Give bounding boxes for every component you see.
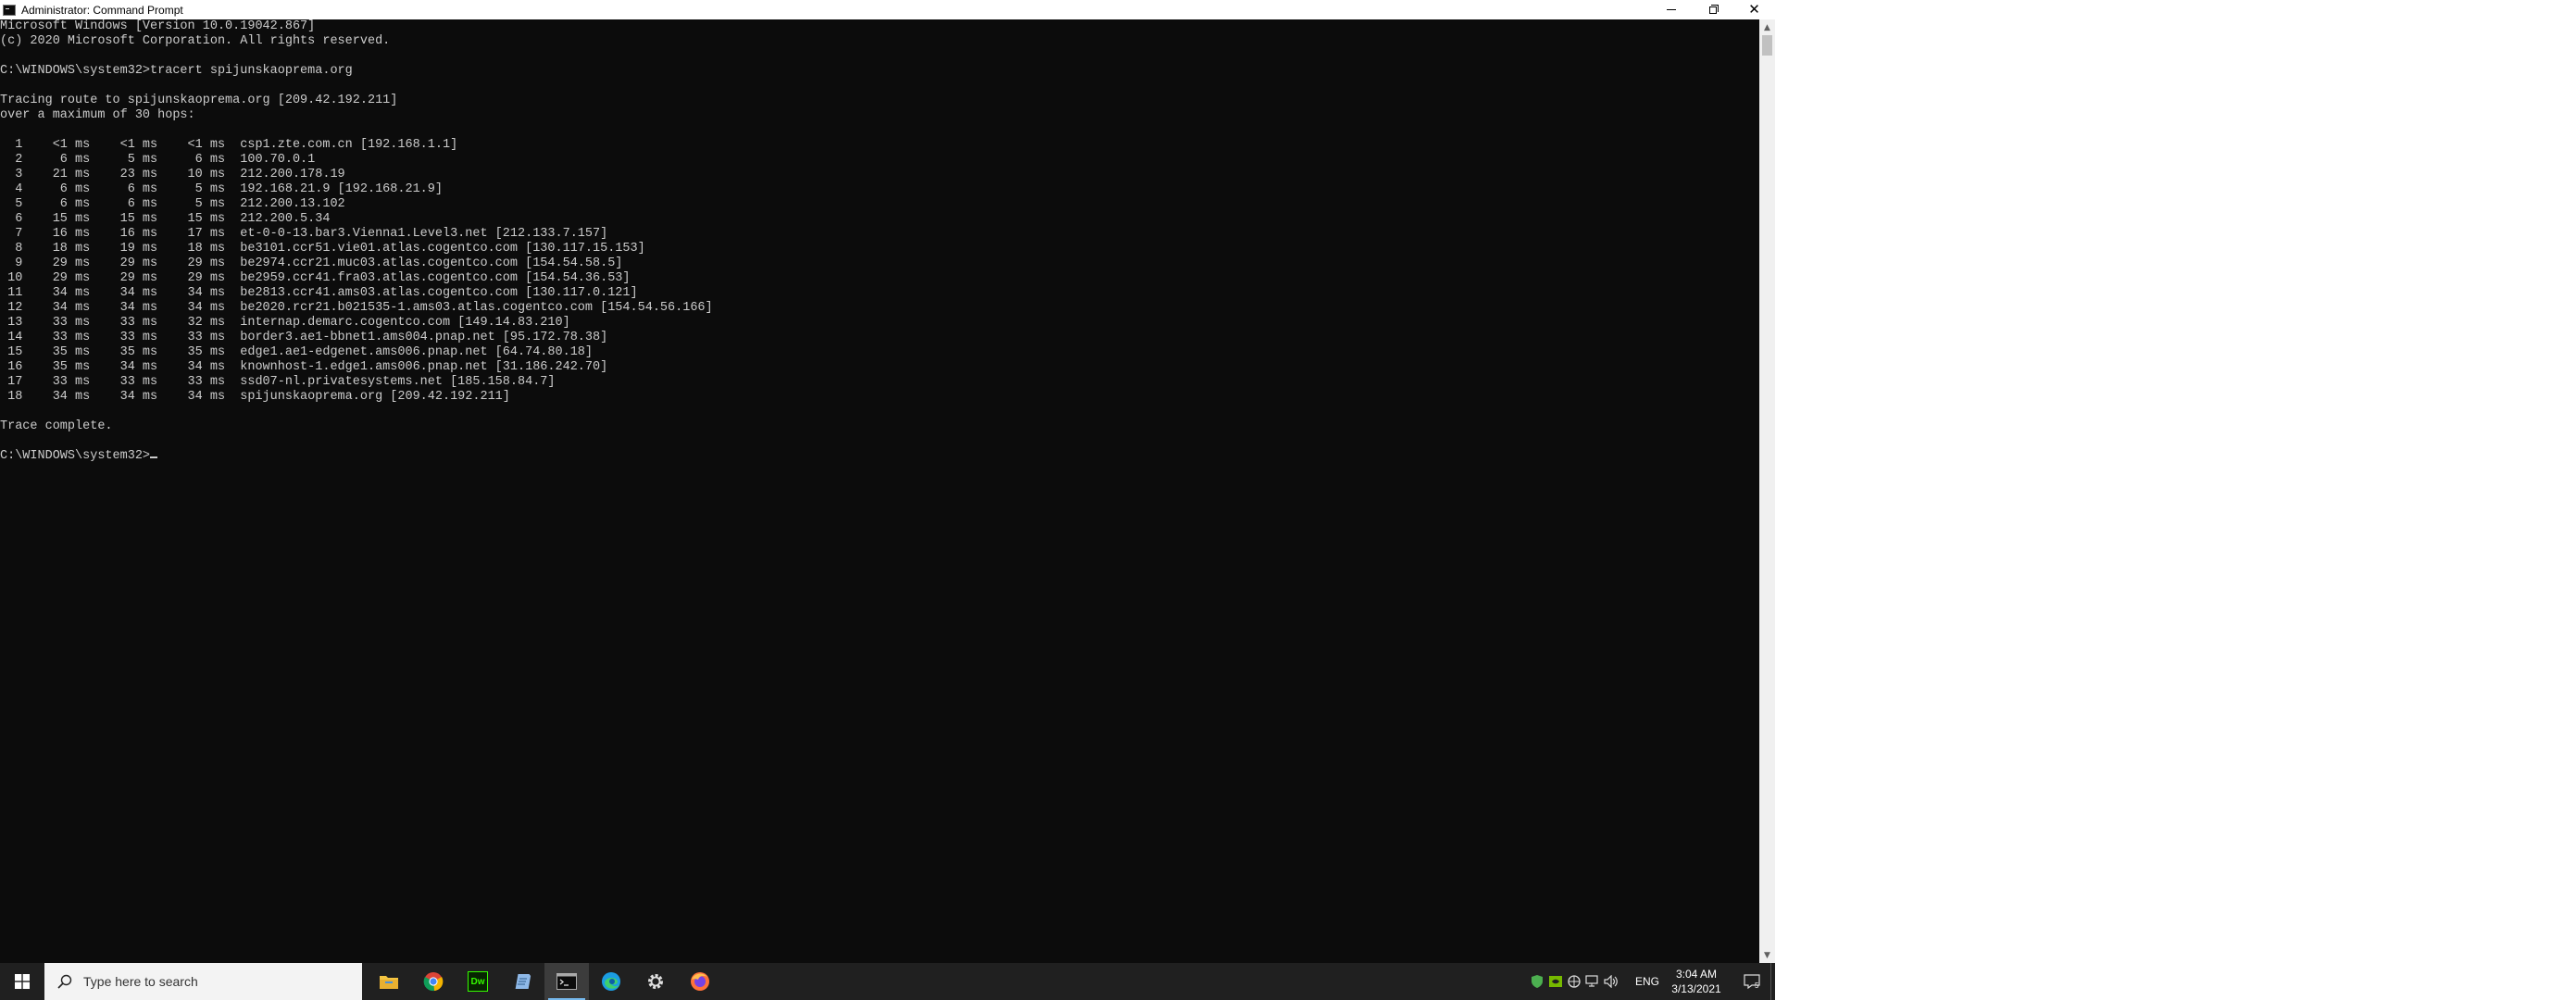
command-input-line[interactable]: C:\WINDOWS\system32> — [0, 449, 1759, 464]
console-output[interactable]: Microsoft Windows [Version 10.0.19042.86… — [0, 19, 1759, 963]
hop-row: 14 33 ms 33 ms 33 ms border3.ae1-bbnet1.… — [0, 331, 608, 344]
search-box[interactable]: Type here to search — [44, 963, 362, 1000]
taskbar-firefox[interactable] — [678, 963, 722, 1000]
speaker-icon — [1604, 975, 1618, 988]
notification-count: 5 — [1755, 981, 1759, 990]
nvidia-tray-icon[interactable] — [1548, 974, 1563, 989]
hop-row: 3 21 ms 23 ms 10 ms 212.200.178.19 — [0, 168, 345, 181]
hop-row: 12 34 ms 34 ms 34 ms be2020.rcr21.b02153… — [0, 301, 713, 315]
scroll-up-button[interactable]: ▲ — [1759, 19, 1775, 35]
gear-icon — [648, 974, 663, 989]
taskbar-dreamweaver[interactable]: Dw — [456, 963, 500, 1000]
taskbar-command-prompt[interactable] — [544, 963, 589, 1000]
show-desktop-button[interactable] — [1770, 963, 1775, 1000]
scroll-down-button[interactable]: ▼ — [1759, 947, 1775, 963]
close-icon: ✕ — [1748, 1, 1760, 18]
taskbar-chrome[interactable] — [411, 963, 456, 1000]
restore-icon — [1708, 4, 1719, 14]
monitor-network-icon — [1585, 975, 1598, 987]
edge-icon — [602, 972, 620, 991]
scroll-thumb[interactable] — [1762, 35, 1772, 56]
close-button[interactable]: ✕ — [1733, 0, 1775, 19]
search-icon — [57, 974, 72, 989]
firefox-icon — [691, 972, 709, 991]
cmd-icon — [556, 973, 577, 990]
shield-icon — [1532, 975, 1543, 988]
hop-row: 6 15 ms 15 ms 15 ms 212.200.5.34 — [0, 212, 331, 226]
hop-row: 17 33 ms 33 ms 33 ms ssd07-nl.privatesys… — [0, 375, 556, 389]
volume-tray-icon[interactable] — [1604, 974, 1619, 989]
clock-date: 3/13/2021 — [1671, 982, 1721, 995]
taskbar: Type here to search Dw ENG 3:04 AM 3/13/… — [0, 963, 1775, 1000]
hop-row: 1 <1 ms <1 ms <1 ms csp1.zte.com.cn [192… — [0, 138, 458, 152]
nvidia-icon — [1549, 976, 1562, 987]
console-line: C:\WINDOWS\system32>tracert spijunskaopr… — [0, 64, 353, 78]
hop-row: 8 18 ms 19 ms 18 ms be3101.ccr51.vie01.a… — [0, 242, 645, 256]
hop-row: 9 29 ms 29 ms 29 ms be2974.ccr21.muc03.a… — [0, 256, 623, 270]
hop-row: 10 29 ms 29 ms 29 ms be2959.ccr41.fra03.… — [0, 271, 631, 285]
clock-time: 3:04 AM — [1675, 968, 1718, 981]
start-button[interactable] — [0, 963, 44, 1000]
hop-row: 4 6 ms 6 ms 5 ms 192.168.21.9 [192.168.2… — [0, 182, 443, 196]
language-indicator[interactable]: ENG — [1635, 963, 1659, 1000]
network-share-tray-icon[interactable] — [1567, 974, 1582, 989]
cmd-icon — [3, 4, 16, 16]
chrome-icon — [423, 972, 444, 992]
console-line: Microsoft Windows [Version 10.0.19042.86… — [0, 19, 316, 33]
hop-row: 15 35 ms 35 ms 35 ms edge1.ae1-edgenet.a… — [0, 345, 594, 359]
hop-row: 13 33 ms 33 ms 32 ms internap.demarc.cog… — [0, 316, 570, 330]
hop-row: 7 16 ms 16 ms 17 ms et-0-0-13.bar3.Vienn… — [0, 227, 608, 241]
prompt-text: C:\WINDOWS\system32> — [0, 449, 151, 463]
taskbar-settings[interactable] — [633, 963, 678, 1000]
command-prompt-window[interactable]: Administrator: Command Prompt ✕ Microsof… — [0, 0, 1775, 963]
hop-row: 5 6 ms 6 ms 5 ms 212.200.13.102 — [0, 197, 345, 211]
clock[interactable]: 3:04 AM 3/13/2021 — [1669, 967, 1724, 996]
vertical-scrollbar[interactable]: ▲ ▼ — [1759, 19, 1775, 963]
hop-row: 16 35 ms 34 ms 34 ms knownhost-1.edge1.a… — [0, 360, 608, 374]
network-share-icon — [1568, 975, 1581, 988]
hop-row: 11 34 ms 34 ms 34 ms be2813.ccr41.ams03.… — [0, 286, 638, 300]
taskbar-file-explorer[interactable] — [367, 963, 411, 1000]
defender-tray-icon[interactable] — [1530, 974, 1544, 989]
notification-button[interactable]: 5 — [1733, 963, 1770, 1000]
console-line: over a maximum of 30 hops: — [0, 108, 195, 122]
console-line: (c) 2020 Microsoft Corporation. All righ… — [0, 34, 391, 48]
taskbar-notepad[interactable] — [500, 963, 544, 1000]
search-placeholder: Type here to search — [83, 974, 198, 989]
network-tray-icon[interactable] — [1585, 974, 1600, 989]
arrow-up-icon: ▲ — [1764, 22, 1770, 32]
minimize-button[interactable] — [1650, 0, 1692, 19]
console-line: Trace complete. — [0, 419, 113, 433]
text-cursor — [150, 456, 158, 458]
arrow-down-icon: ▼ — [1764, 950, 1770, 960]
hop-row: 18 34 ms 34 ms 34 ms spijunskaoprema.org… — [0, 390, 510, 404]
minimize-icon — [1666, 9, 1676, 10]
restore-button[interactable] — [1692, 0, 1733, 19]
console-line: Tracing route to spijunskaoprema.org [20… — [0, 94, 398, 107]
window-title: Administrator: Command Prompt — [21, 3, 183, 17]
folder-icon — [380, 976, 398, 989]
title-bar[interactable]: Administrator: Command Prompt ✕ — [0, 0, 1775, 19]
taskbar-edge[interactable] — [589, 963, 633, 1000]
dreamweaver-icon: Dw — [468, 971, 488, 992]
windows-logo-icon — [15, 974, 30, 989]
hop-row: 2 6 ms 5 ms 6 ms 100.70.0.1 — [0, 153, 316, 167]
notepad-icon — [515, 974, 531, 989]
